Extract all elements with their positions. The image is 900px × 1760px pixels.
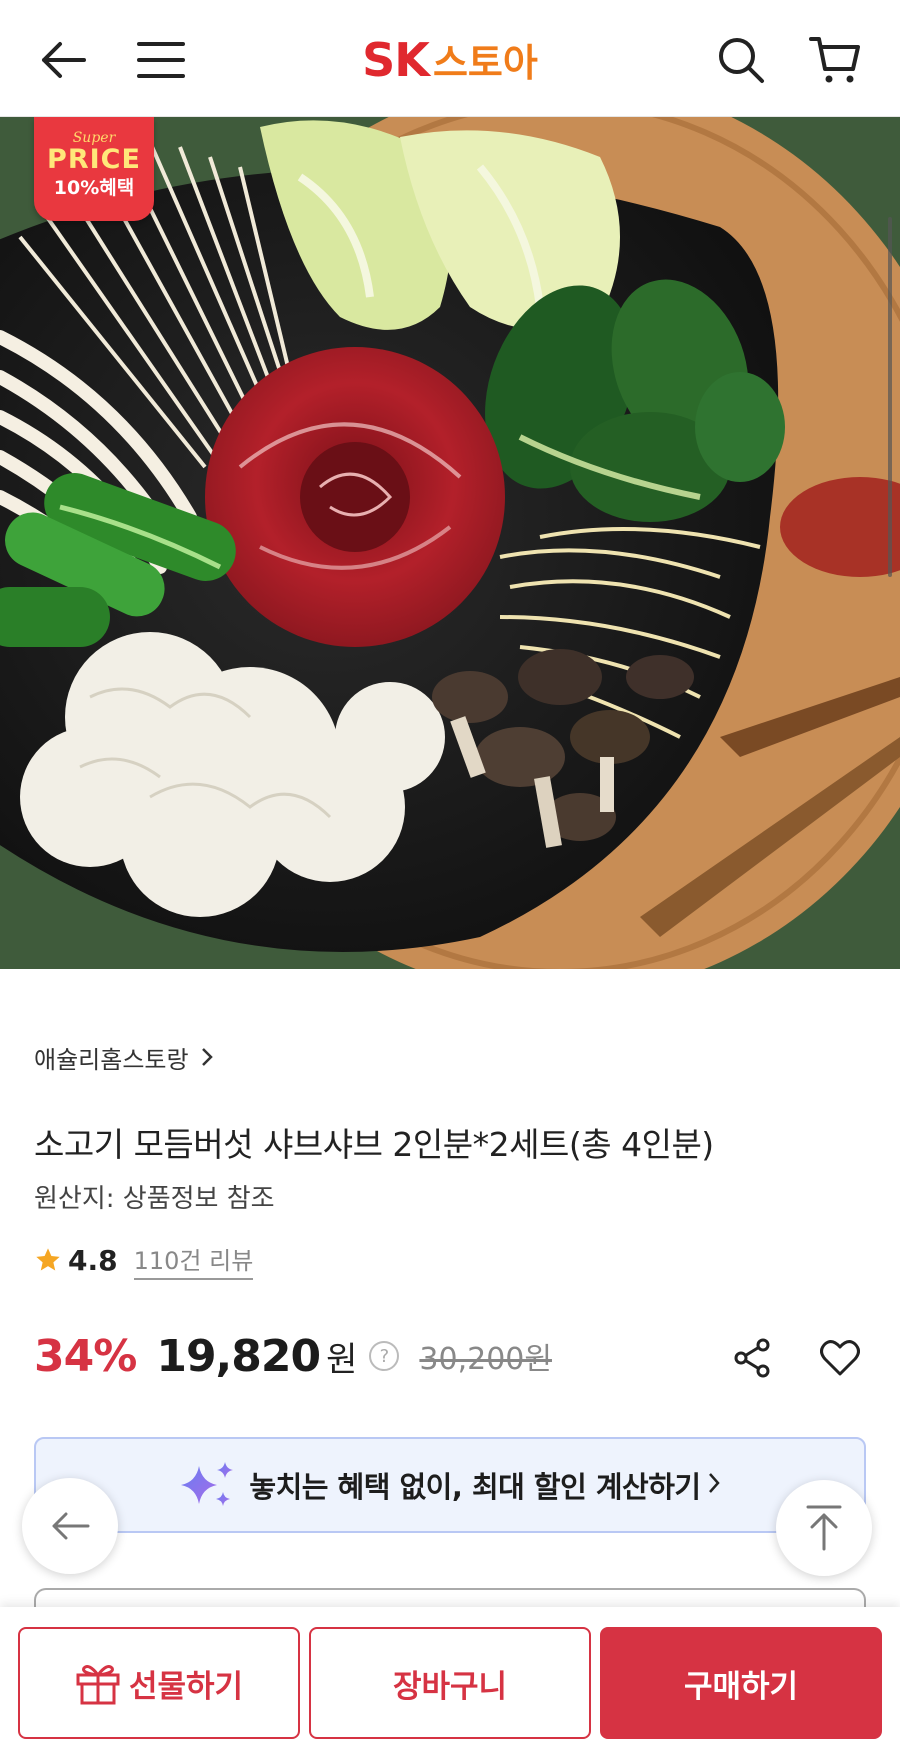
badge-benefit-text: 10%혜택 — [53, 177, 135, 199]
share-icon — [734, 1338, 770, 1378]
search-button[interactable] — [706, 28, 776, 92]
add-to-cart-button[interactable]: 장바구니 — [309, 1627, 591, 1739]
logo-store-text: 스토아 — [432, 41, 538, 85]
heart-icon — [820, 1340, 860, 1376]
gift-icon — [76, 1665, 120, 1705]
product-origin: 원산지: 상품정보 참조 — [34, 1184, 275, 1214]
buy-now-button[interactable]: 구매하기 — [600, 1627, 882, 1739]
buy-button-label: 구매하기 — [683, 1668, 799, 1705]
price-currency: 원 — [326, 1339, 358, 1380]
back-arrow-icon — [52, 1512, 90, 1540]
floating-back-button[interactable] — [22, 1478, 118, 1574]
gift-button-label: 선물하기 — [128, 1668, 244, 1705]
original-price: 30,200원 — [419, 1342, 552, 1377]
sale-price: 19,820 — [156, 1330, 321, 1382]
share-button[interactable] — [722, 1330, 782, 1386]
top-header: SK 스토아 — [0, 0, 900, 117]
super-price-badge: Super PRICE 10%혜택 — [34, 117, 154, 221]
scroll-to-top-button[interactable] — [776, 1480, 872, 1576]
price-row: 34% 19,820 원 ? 30,200원 — [34, 1326, 552, 1386]
rating-score: 4.8 — [68, 1243, 118, 1277]
wishlist-button[interactable] — [810, 1330, 870, 1386]
badge-super-text: Super — [72, 130, 116, 146]
logo-sk-text: SK — [362, 33, 430, 87]
cart-button-label: 장바구니 — [392, 1668, 508, 1705]
discount-rate: 34% — [34, 1330, 137, 1382]
cart-icon — [809, 37, 860, 83]
page-scrollbar[interactable] — [888, 217, 892, 577]
review-count-link[interactable]: 110건 리뷰 — [133, 1241, 254, 1280]
product-title: 소고기 모듬버섯 샤브샤브 2인분*2세트(총 4인분) — [34, 1125, 714, 1164]
banner-text: 놓치는 혜택 없이, 최대 할인 계산하기 — [249, 1470, 701, 1504]
max-discount-calculator-banner[interactable]: 놓치는 혜택 없이, 최대 할인 계산하기 — [34, 1437, 866, 1533]
arrow-up-icon — [806, 1505, 842, 1551]
shabu-shabu-photo — [0, 117, 900, 969]
seller-name: 애슐리홈스토랑 — [34, 1046, 189, 1074]
star-icon — [36, 1248, 60, 1271]
seller-link[interactable]: 애슐리홈스토랑 — [34, 1040, 214, 1075]
badge-price-text: PRICE — [47, 144, 141, 175]
bottom-action-bar: 선물하기 장바구니 구매하기 — [0, 1607, 900, 1760]
rating-row: 4.8 110건 리뷰 — [34, 1241, 254, 1280]
cart-button[interactable] — [800, 28, 870, 92]
search-icon — [719, 38, 764, 83]
chevron-right-icon — [200, 1046, 214, 1074]
gift-button[interactable]: 선물하기 — [18, 1627, 300, 1739]
price-help-icon[interactable]: ? — [369, 1341, 400, 1371]
chevron-right-icon — [707, 1468, 721, 1503]
sparkle-icon — [181, 1462, 234, 1506]
product-image[interactable]: Super PRICE 10%혜택 — [0, 117, 900, 969]
